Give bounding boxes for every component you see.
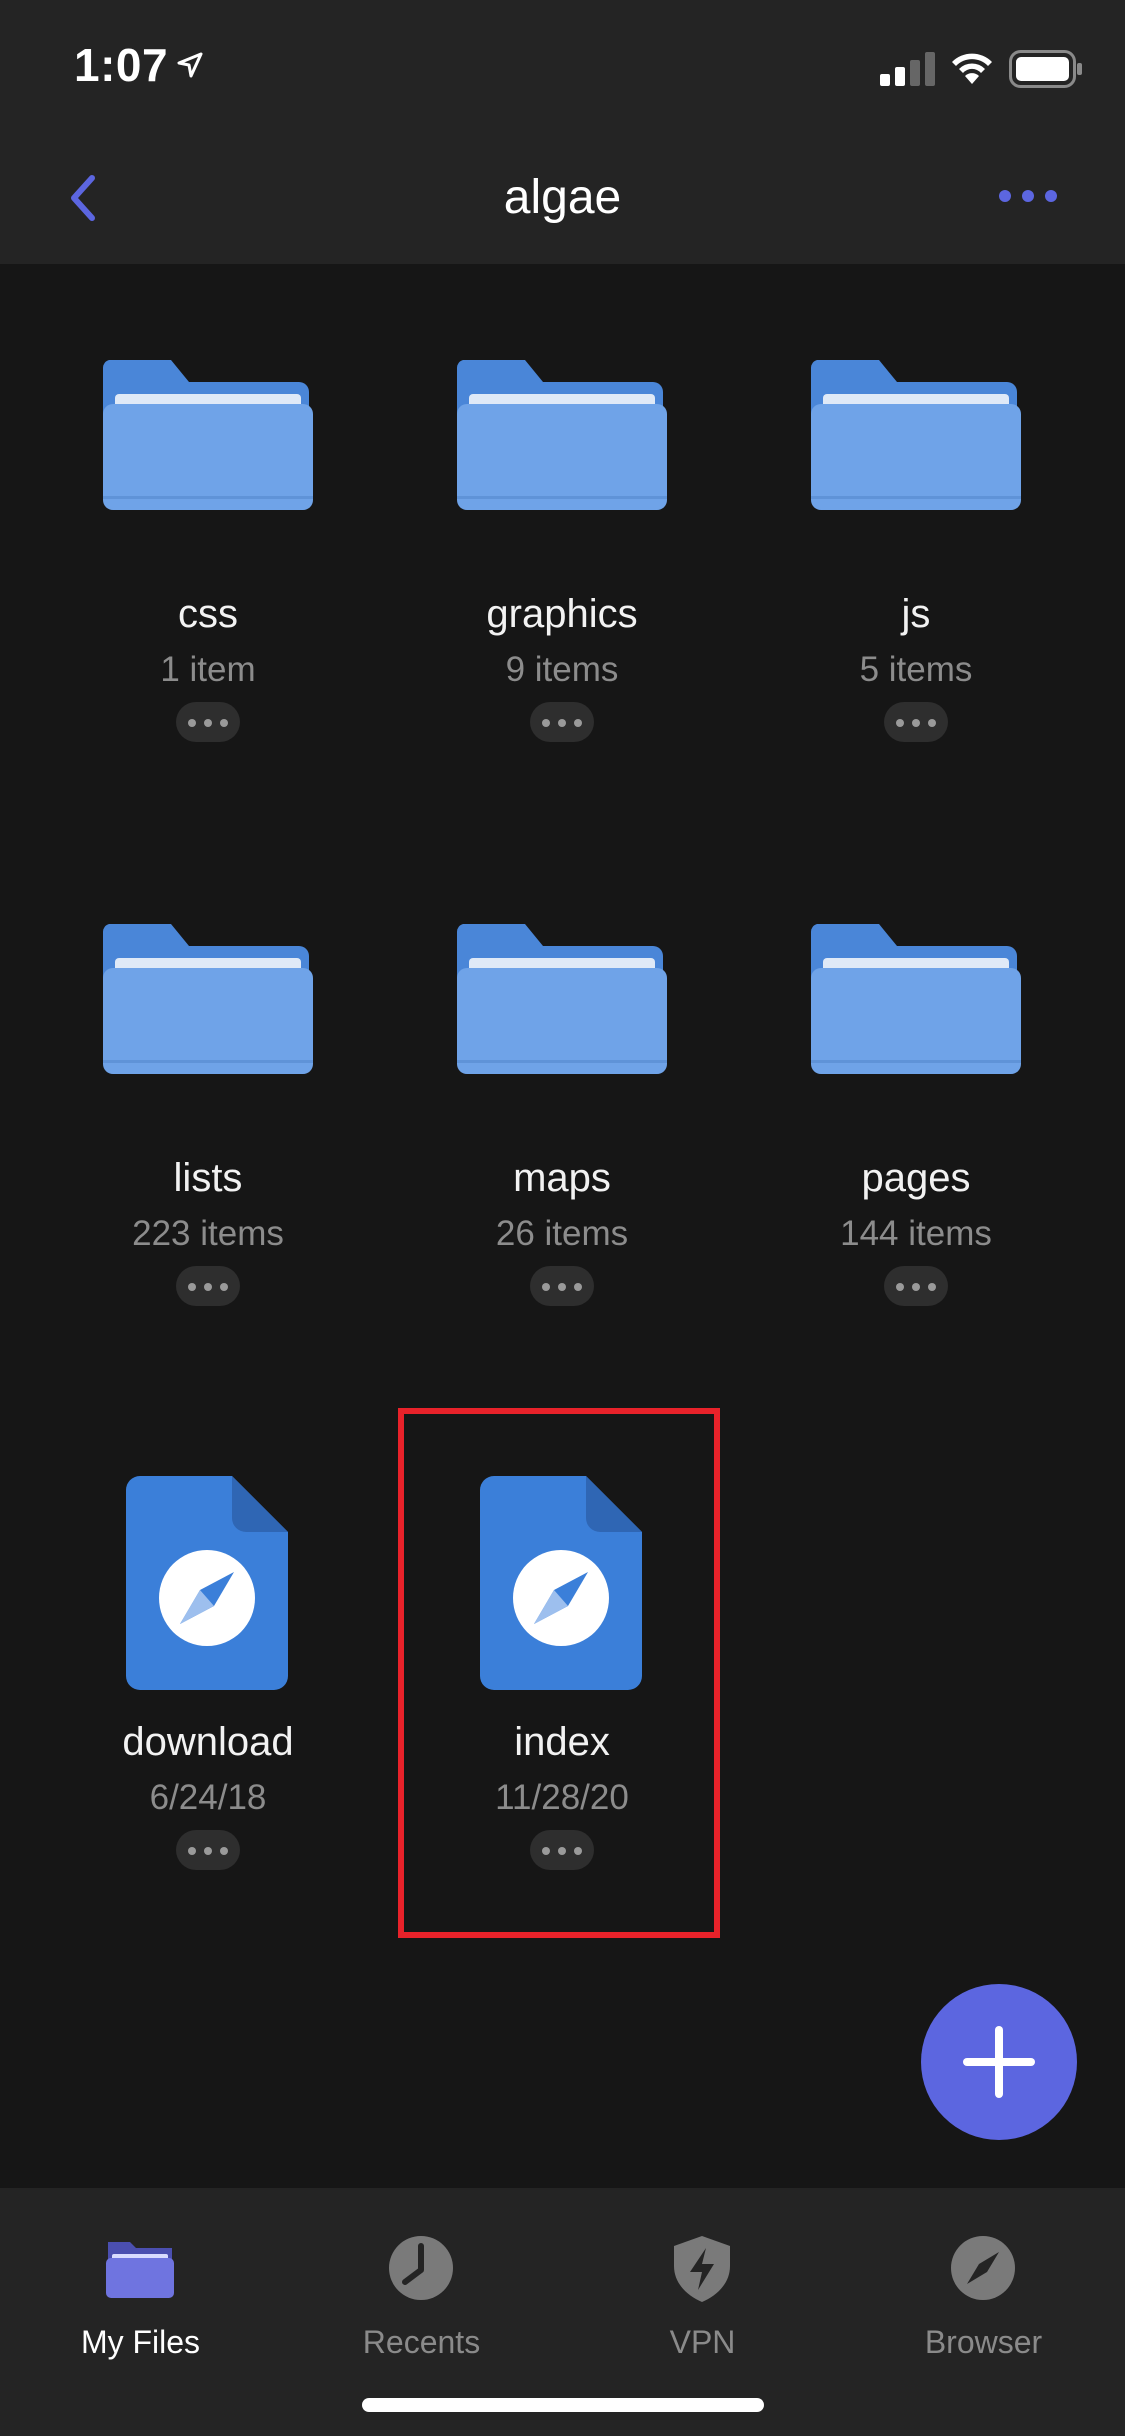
folder-item[interactable]: css 1 item	[48, 360, 368, 860]
folder-icon	[48, 924, 368, 1164]
cellular-signal-icon	[880, 52, 935, 86]
shield-bolt-icon	[674, 2236, 730, 2302]
home-indicator	[362, 2398, 764, 2412]
item-name: css	[178, 592, 238, 636]
item-meta: 6/24/18	[149, 1778, 267, 1817]
more-options-button[interactable]	[995, 176, 1061, 216]
compass-icon	[951, 2236, 1015, 2300]
plus-icon	[963, 2026, 1035, 2098]
status-time: 1:07	[74, 39, 169, 91]
tab-my-files[interactable]: My Files	[0, 2208, 281, 2378]
folder-icon	[48, 360, 368, 600]
item-meta: 144 items	[840, 1214, 992, 1253]
item-more-button[interactable]	[176, 702, 240, 742]
item-more-button[interactable]	[530, 1266, 594, 1306]
top-bar: 1:07 algae	[0, 0, 1125, 264]
folder-item[interactable]: lists 223 items	[48, 924, 368, 1424]
battery-icon	[1009, 50, 1082, 88]
item-name: download	[122, 1720, 294, 1764]
tab-label: Recents	[362, 2324, 481, 2360]
folder-icon	[106, 2242, 174, 2298]
item-name: graphics	[486, 592, 638, 636]
tab-recents[interactable]: Recents	[281, 2208, 562, 2378]
tab-label: Browser	[924, 2324, 1043, 2360]
item-meta: 223 items	[132, 1214, 284, 1253]
tab-label: My Files	[80, 2324, 201, 2360]
folder-item[interactable]: pages 144 items	[756, 924, 1076, 1424]
item-name: js	[901, 592, 931, 636]
folder-icon	[402, 360, 722, 600]
item-more-button[interactable]	[884, 702, 948, 742]
selection-highlight	[398, 1408, 720, 1938]
folder-icon	[756, 360, 1076, 600]
folder-icon	[756, 924, 1076, 1164]
add-button[interactable]	[921, 1984, 1077, 2140]
item-more-button[interactable]	[884, 1266, 948, 1306]
folder-icon	[402, 924, 722, 1164]
folder-item[interactable]: js 5 items	[756, 360, 1076, 860]
tab-label: VPN	[669, 2324, 736, 2360]
item-meta: 5 items	[859, 650, 973, 689]
location-arrow-icon	[177, 52, 203, 78]
web-file-icon	[48, 1476, 368, 1728]
item-name: pages	[861, 1156, 971, 1200]
tab-vpn[interactable]: VPN	[562, 2208, 843, 2378]
file-item[interactable]: download 6/24/18	[48, 1476, 368, 1988]
item-name: lists	[173, 1156, 243, 1200]
item-more-button[interactable]	[176, 1830, 240, 1870]
item-more-button[interactable]	[530, 702, 594, 742]
tab-browser[interactable]: Browser	[843, 2208, 1124, 2378]
folder-item[interactable]: maps 26 items	[402, 924, 722, 1424]
clock-icon	[389, 2236, 453, 2300]
folder-item[interactable]: graphics 9 items	[402, 360, 722, 860]
item-meta: 1 item	[160, 650, 256, 689]
item-more-button[interactable]	[176, 1266, 240, 1306]
item-meta: 26 items	[495, 1214, 629, 1253]
item-meta: 9 items	[505, 650, 619, 689]
wifi-icon	[952, 53, 992, 84]
page-title: algae	[503, 171, 622, 224]
item-name: maps	[513, 1156, 611, 1200]
